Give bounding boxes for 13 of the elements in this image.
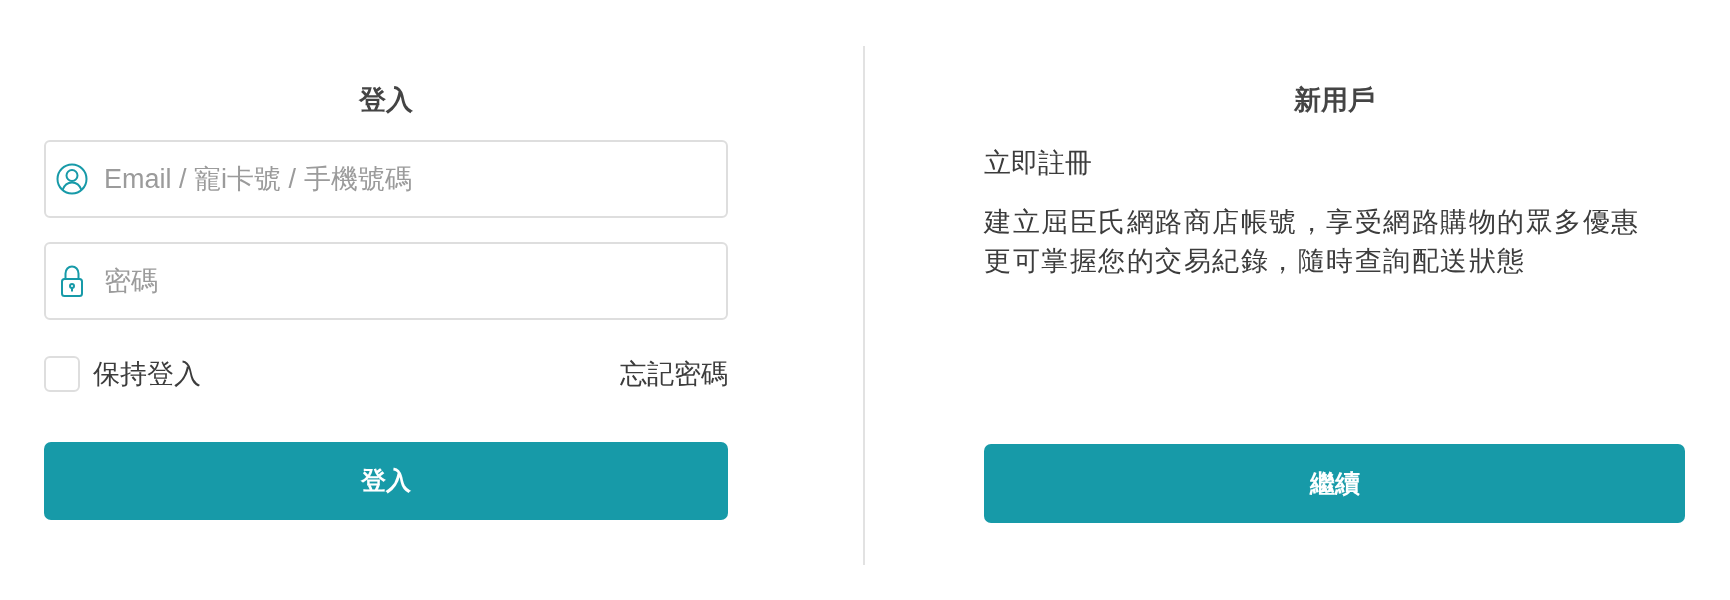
register-description: 建立屈臣氏網路商店帳號，享受網路購物的眾多優惠 更可掌握您的交易紀錄，隨時查詢配送狀態 [984,206,1641,278]
password-field[interactable]: 密碼 [44,242,728,320]
keep-signed-in-label: 保持登入 [93,358,201,391]
continue-button[interactable]: 繼續 [984,444,1685,523]
user-icon [56,163,88,195]
login-button[interactable]: 登入 [44,442,728,520]
lock-icon [61,265,83,297]
register-subtitle: 立即註冊 [984,147,1093,180]
account-field[interactable]: Email / 寵i卡號 / 手機號碼 [44,140,728,218]
new-user-title: 新用戶 [1294,84,1375,117]
forgot-password-link[interactable]: 忘記密碼 [620,356,728,392]
checkbox[interactable] [44,356,80,392]
login-title: 登入 [359,84,413,117]
